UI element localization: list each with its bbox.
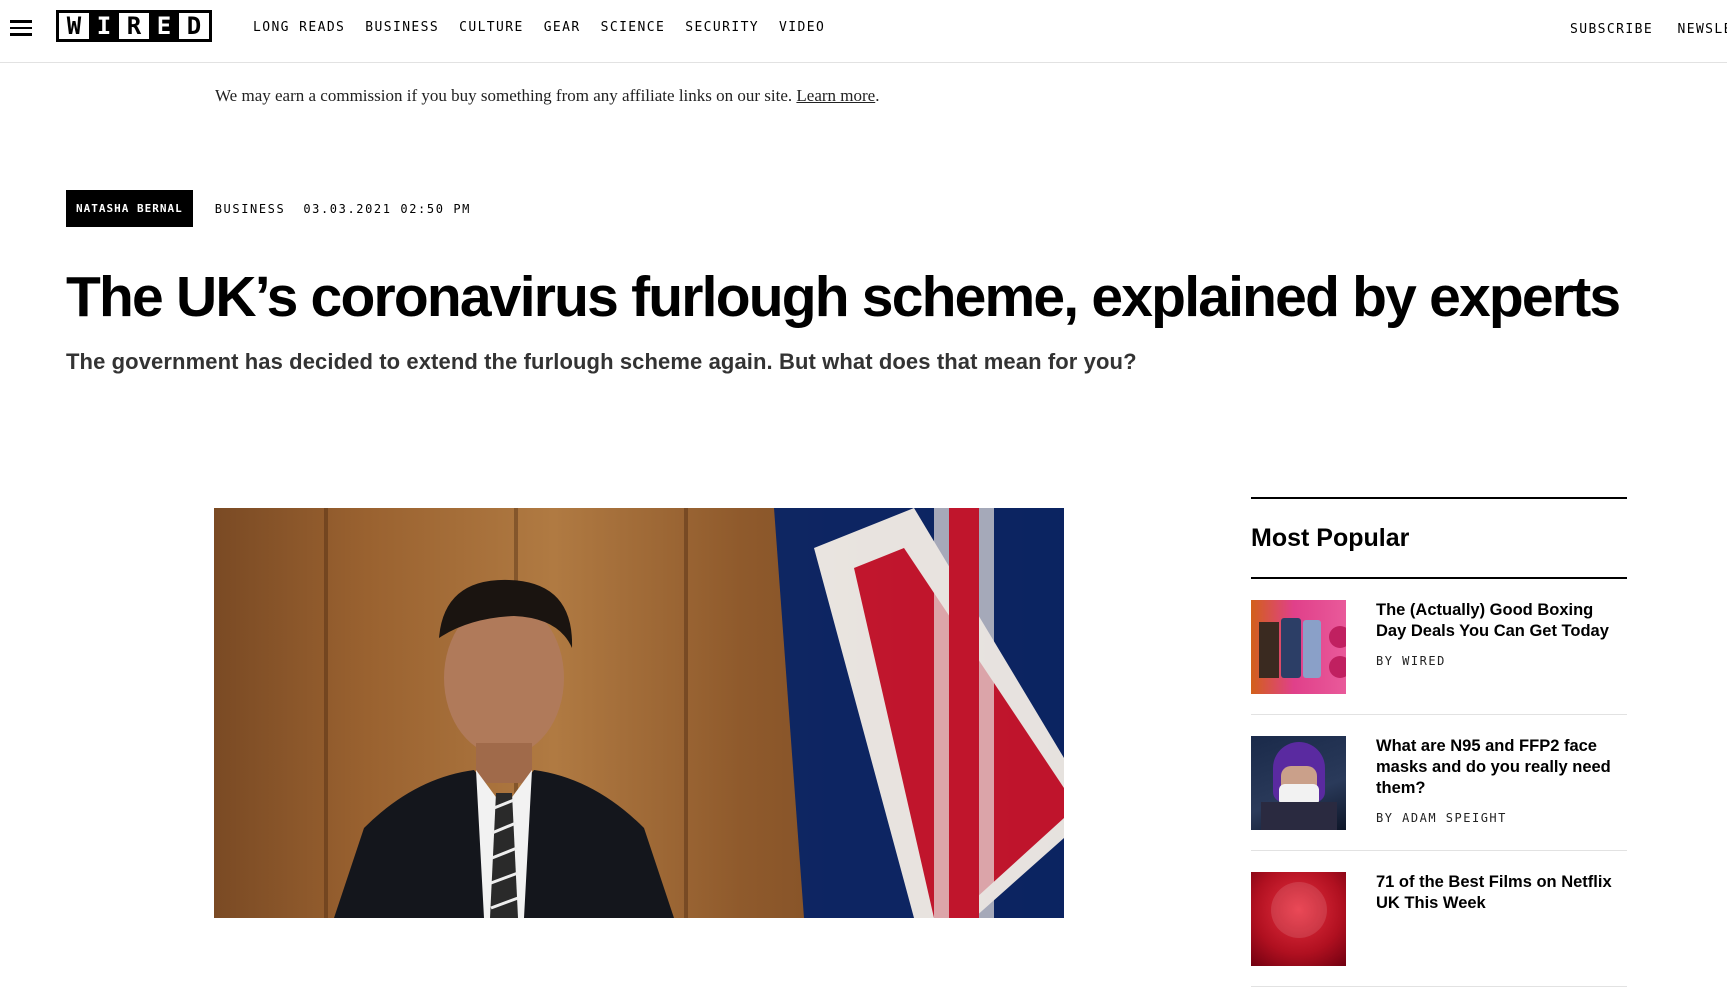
popular-thumbnail: [1251, 872, 1346, 966]
hero-image: [214, 508, 1064, 918]
newsletter-link[interactable]: NEWSLE: [1678, 22, 1727, 37]
subscribe-link[interactable]: SUBSCRIBE: [1570, 22, 1653, 37]
popular-item-title[interactable]: What are N95 and FFP2 face masks and do …: [1376, 736, 1627, 799]
popular-item-byline: BY ADAM SPEIGHT: [1376, 811, 1627, 825]
nav-gear[interactable]: GEAR: [544, 20, 581, 35]
article-dek: The government has decided to extend the…: [66, 349, 1137, 375]
nav-science[interactable]: SCIENCE: [601, 20, 666, 35]
learn-more-link[interactable]: Learn more: [796, 86, 875, 105]
author-badge[interactable]: NATASHA BERNAL: [66, 190, 193, 227]
popular-item-title[interactable]: The (Actually) Good Boxing Day Deals You…: [1376, 600, 1627, 642]
logo-letter: D: [179, 13, 209, 39]
top-navigation-bar: W I R E D LONG READS BUSINESS CULTURE GE…: [0, 0, 1727, 63]
hero-illustration: [214, 508, 1064, 918]
popular-item-byline: BY WIRED: [1376, 654, 1627, 668]
nav-culture[interactable]: CULTURE: [459, 20, 524, 35]
nav-business[interactable]: BUSINESS: [365, 20, 439, 35]
most-popular-sidebar: Most Popular The (Actually) Good Boxing …: [1251, 497, 1627, 987]
wired-logo[interactable]: W I R E D: [56, 10, 212, 42]
header-actions: SUBSCRIBE NEWSLE: [1570, 20, 1727, 38]
logo-letter: W: [59, 13, 89, 39]
popular-item[interactable]: What are N95 and FFP2 face masks and do …: [1251, 715, 1627, 851]
popular-thumbnail: [1251, 600, 1346, 694]
most-popular-title: Most Popular: [1251, 499, 1627, 577]
popular-item[interactable]: The (Actually) Good Boxing Day Deals You…: [1251, 579, 1627, 715]
logo-letter: E: [149, 13, 179, 39]
popular-thumbnail: [1251, 736, 1346, 830]
rubric-link[interactable]: BUSINESS: [215, 202, 286, 216]
affiliate-end: .: [875, 86, 879, 105]
affiliate-disclaimer: We may earn a commission if you buy some…: [215, 86, 879, 106]
affiliate-text: We may earn a commission if you buy some…: [215, 86, 796, 105]
popular-item[interactable]: 71 of the Best Films on Netflix UK This …: [1251, 851, 1627, 987]
logo-letter: R: [119, 13, 149, 39]
nav-long-reads[interactable]: LONG READS: [253, 20, 345, 35]
nav-security[interactable]: SECURITY: [685, 20, 759, 35]
article-meta: NATASHA BERNAL BUSINESS 03.03.2021 02:50…: [66, 190, 471, 227]
menu-icon[interactable]: [10, 17, 32, 39]
section-nav: LONG READS BUSINESS CULTURE GEAR SCIENCE…: [253, 20, 845, 35]
logo-letter: I: [89, 13, 119, 39]
popular-item-title[interactable]: 71 of the Best Films on Netflix UK This …: [1376, 872, 1627, 914]
publish-date: 03.03.2021 02:50 PM: [303, 202, 471, 216]
article-headline: The UK’s coronavirus furlough scheme, ex…: [66, 262, 1619, 332]
nav-video[interactable]: VIDEO: [779, 20, 825, 35]
